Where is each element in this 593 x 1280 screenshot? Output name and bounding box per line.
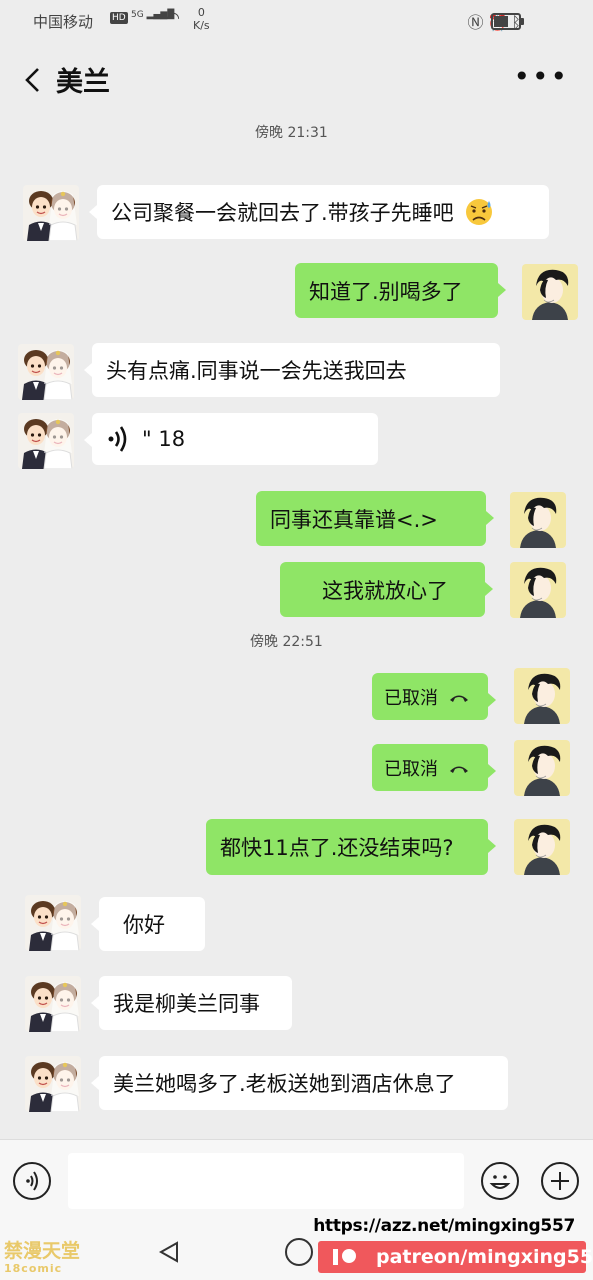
smiley-icon: [489, 1175, 511, 1189]
patreon-banner: patreon/mingxing557: [318, 1241, 593, 1273]
voice-icon: [26, 1171, 38, 1191]
voice-wave-icon: [108, 426, 127, 452]
back-arrow-icon[interactable]: [18, 64, 50, 96]
site-logo: 禁漫天堂 18comic: [4, 1242, 80, 1278]
phone-hangup-icon: [450, 695, 468, 702]
chat-title: 美兰: [56, 67, 110, 98]
network-speed: 0 K/s: [193, 6, 210, 32]
voice-duration: " 18: [142, 427, 186, 451]
timestamp: 傍晚 21:31: [255, 125, 328, 141]
message-text: 美兰她喝多了.老板送她到酒店休息了: [113, 1072, 456, 1096]
nfc-icon: Ⓝ: [467, 13, 488, 32]
wifi-icon: ◠: [166, 8, 180, 27]
speed-unit: K/s: [193, 19, 210, 32]
message-bubble-incoming[interactable]: 美兰她喝多了.老板送她到酒店休息了: [91, 1056, 508, 1110]
avatar-contact[interactable]: [18, 413, 74, 469]
patreon-text: patreon/mingxing557: [376, 1246, 593, 1268]
message-text: 头有点痛.同事说一会先送我回去: [106, 359, 407, 383]
nav-home-icon[interactable]: [285, 1238, 313, 1266]
watermark-url: https://azz.net/mingxing557: [313, 1216, 575, 1236]
message-bubble-incoming[interactable]: 你好: [91, 897, 205, 951]
phone-hangup-icon: [450, 766, 468, 773]
plus-icon: [551, 1172, 569, 1190]
message-text: 都快11点了.还没结束吗?: [220, 836, 454, 860]
avatar-me[interactable]: [514, 740, 570, 796]
message-bubble-outgoing[interactable]: 都快11点了.还没结束吗?: [206, 819, 496, 875]
message-bubble-incoming[interactable]: 头有点痛.同事说一会先送我回去: [84, 343, 500, 397]
voice-message-bubble[interactable]: " 18: [84, 413, 378, 465]
avatar-me[interactable]: [522, 264, 578, 320]
patreon-logo-icon: [333, 1249, 356, 1265]
avatar-contact[interactable]: [25, 895, 81, 951]
input-bar: [0, 1139, 593, 1222]
message-bubble-outgoing[interactable]: 知道了.别喝多了: [295, 263, 506, 318]
message-text: 这我就放心了: [322, 578, 448, 603]
call-cancelled-bubble[interactable]: 已取消: [372, 673, 496, 720]
emoji-button[interactable]: [481, 1162, 519, 1200]
more-functions-button[interactable]: [541, 1162, 579, 1200]
message-bubble-outgoing[interactable]: 同事还真靠谱<.>: [256, 491, 494, 546]
message-text: 公司聚餐一会就回去了.带孩子先睡吧: [111, 201, 454, 225]
avatar-contact[interactable]: [23, 185, 79, 241]
call-status-text: 已取消: [384, 687, 438, 709]
message-text: 我是柳美兰同事: [113, 992, 260, 1016]
sad-sweat-emoji-icon: [465, 199, 492, 225]
voice-input-button[interactable]: [13, 1162, 51, 1200]
message-input[interactable]: [68, 1153, 464, 1209]
call-status-text: 已取消: [384, 758, 438, 780]
avatar-me[interactable]: [514, 668, 570, 724]
avatar-contact[interactable]: [25, 1056, 81, 1112]
battery-icon: [491, 13, 524, 30]
status-bar: 中国移动 HD 5G ▂▄▆█ ◠ 0 K/s Ⓝ⏰ᛒ: [0, 0, 593, 44]
avatar-me[interactable]: [510, 492, 566, 548]
chat-header: 美兰 •••: [0, 44, 593, 116]
nav-back-icon[interactable]: [158, 1241, 180, 1263]
avatar-contact[interactable]: [18, 344, 74, 400]
speed-value: 0: [197, 6, 205, 19]
more-options-icon[interactable]: •••: [513, 60, 569, 93]
avatar-contact[interactable]: [25, 976, 81, 1032]
message-text: 你好: [123, 913, 165, 937]
hd-badge: HD: [110, 12, 128, 24]
site-logo-sub: 18comic: [4, 1262, 63, 1275]
site-logo-text: 禁漫天堂: [4, 1240, 81, 1262]
message-bubble-incoming[interactable]: 我是柳美兰同事: [91, 976, 292, 1030]
network-type-label: 5G: [131, 10, 144, 20]
message-text: 知道了.别喝多了: [309, 279, 463, 304]
timestamp: 傍晚 22:51: [250, 634, 323, 650]
message-text: 同事还真靠谱<.>: [270, 507, 438, 532]
message-bubble-outgoing[interactable]: 这我就放心了: [280, 562, 493, 617]
message-bubble-incoming[interactable]: 公司聚餐一会就回去了.带孩子先睡吧: [89, 185, 549, 239]
call-cancelled-bubble[interactable]: 已取消: [372, 744, 496, 791]
avatar-me[interactable]: [510, 562, 566, 618]
carrier-label: 中国移动: [33, 13, 94, 31]
avatar-me[interactable]: [514, 819, 570, 875]
